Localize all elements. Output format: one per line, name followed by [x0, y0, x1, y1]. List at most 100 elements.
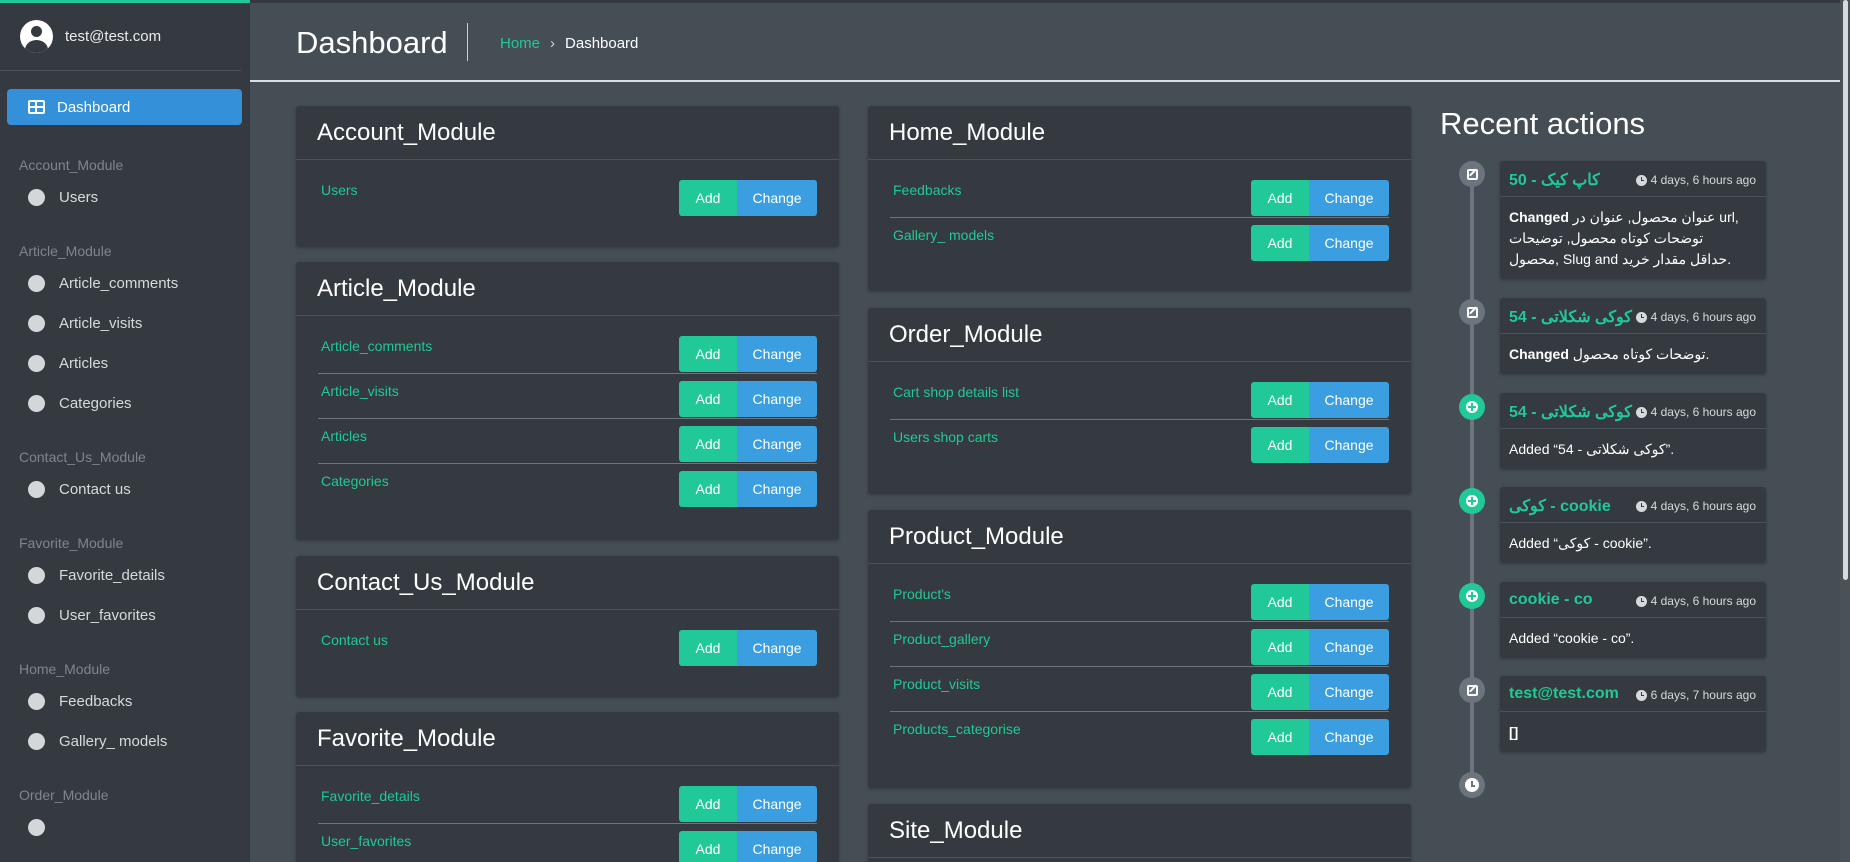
plus-circle-icon [1459, 488, 1485, 514]
recent-action-detail: Added “cookie - co”. [1509, 630, 1635, 646]
change-button[interactable]: Change [737, 426, 817, 462]
change-button[interactable]: Change [737, 336, 817, 372]
add-button[interactable]: Add [1251, 584, 1309, 620]
model-link-article-visits[interactable]: Article_visits [321, 383, 399, 399]
sidebar-item-label: Categories [59, 394, 132, 412]
recent-action-detail: [] [1509, 724, 1519, 740]
change-button[interactable]: Change [1309, 180, 1389, 216]
change-button[interactable]: Change [1309, 629, 1389, 665]
change-button[interactable]: Change [737, 786, 817, 822]
model-link-users[interactable]: Users [321, 182, 358, 198]
recent-action-time: 4 days, 6 hours ago [1635, 594, 1756, 608]
add-button[interactable]: Add [1251, 382, 1309, 418]
recent-action-time: 6 days, 7 hours ago [1635, 688, 1756, 702]
module-row: Gallery_ models Add Change [890, 218, 1389, 263]
sidebar-item-contact-us[interactable]: Contact us [0, 469, 250, 509]
change-button[interactable]: Change [737, 630, 817, 666]
add-button[interactable]: Add [679, 180, 737, 216]
add-button[interactable]: Add [679, 471, 737, 507]
plus-circle-icon [1459, 394, 1485, 420]
model-link-article-comments[interactable]: Article_comments [321, 338, 432, 354]
change-button[interactable]: Change [1309, 584, 1389, 620]
model-link-contact-us[interactable]: Contact us [321, 632, 388, 648]
recent-action-object-link[interactable]: 50 - کاپ کیک [1509, 170, 1600, 190]
circle-icon [28, 394, 45, 412]
model-link-products[interactable]: Product's [893, 586, 951, 602]
time-text: 4 days, 6 hours ago [1650, 499, 1756, 513]
clock-icon [1635, 595, 1647, 607]
model-link-feedbacks[interactable]: Feedbacks [893, 182, 961, 198]
recent-action-object-link[interactable]: 54 - کوکی شکلاتی [1509, 402, 1632, 422]
sidebar-item-dashboard[interactable]: Dashboard [7, 89, 242, 125]
add-button[interactable]: Add [1251, 674, 1309, 710]
time-text: 4 days, 6 hours ago [1650, 310, 1756, 324]
module-card-order: Order_Module Cart shop details list Add C… [868, 308, 1411, 494]
change-button[interactable]: Change [737, 180, 817, 216]
change-button[interactable]: Change [1309, 225, 1389, 261]
sidebar-item-user-favorites[interactable]: User_favorites [0, 595, 250, 635]
change-button[interactable]: Change [1309, 674, 1389, 710]
add-button[interactable]: Add [679, 786, 737, 822]
module-row: User_favorites Add Change [318, 824, 817, 862]
change-button[interactable]: Change [1309, 382, 1389, 418]
user-email: test@test.com [65, 28, 162, 45]
scrollbar-thumb[interactable] [1843, 0, 1848, 580]
breadcrumb-home-link[interactable]: Home [500, 35, 540, 52]
clock-icon [1635, 500, 1647, 512]
sidebar-item-article-visits[interactable]: Article_visits [0, 303, 250, 343]
sidebar-item-articles[interactable]: Articles [0, 343, 250, 383]
change-button[interactable]: Change [737, 831, 817, 862]
sidebar-item-partial[interactable] [0, 807, 250, 847]
recent-actions-title: Recent actions [1440, 106, 1646, 141]
add-button[interactable]: Add [1251, 180, 1309, 216]
model-link-categories[interactable]: Categories [321, 473, 389, 489]
model-link-product-gallery[interactable]: Product_gallery [893, 631, 990, 647]
recent-action-item: cookie - co 4 days, 6 hours ago Added “co… [1500, 582, 1766, 658]
recent-action-object-link[interactable]: test@test.com [1509, 685, 1619, 703]
recent-action-object-link[interactable]: کوکی - cookie [1509, 496, 1611, 516]
user-panel[interactable]: test@test.com [0, 3, 241, 71]
action-verb: Changed [1509, 346, 1569, 362]
add-button[interactable]: Add [679, 426, 737, 462]
circle-icon [28, 566, 45, 584]
recent-action-detail: Changed عنوان محصول, عنوان در url, توضحا… [1500, 197, 1766, 279]
module-card-article: Article_Module Article_comments Add Chang… [296, 262, 839, 540]
sidebar: test@test.com Dashboard Account_Module U… [0, 0, 250, 862]
sidebar-item-favorite-details[interactable]: Favorite_details [0, 555, 250, 595]
model-link-gallery-models[interactable]: Gallery_ models [893, 227, 994, 243]
change-button[interactable]: Change [1309, 719, 1389, 755]
model-link-product-visits[interactable]: Product_visits [893, 676, 980, 692]
sidebar-item-users[interactable]: Users [0, 177, 250, 217]
add-button[interactable]: Add [1251, 719, 1309, 755]
change-button[interactable]: Change [737, 381, 817, 417]
change-button[interactable]: Change [737, 471, 817, 507]
recent-action-object-link[interactable]: cookie - co [1509, 591, 1593, 609]
add-button[interactable]: Add [1251, 629, 1309, 665]
add-button[interactable]: Add [679, 336, 737, 372]
add-button[interactable]: Add [679, 831, 737, 862]
model-link-articles[interactable]: Articles [321, 428, 367, 444]
model-link-favorite-details[interactable]: Favorite_details [321, 788, 420, 804]
module-card-product: Product_Module Product's Add Change Produ… [868, 510, 1411, 788]
recent-action-object-link[interactable]: 54 - کوکی شکلاتی [1509, 307, 1632, 327]
sidebar-item-categories[interactable]: Categories [0, 383, 250, 423]
add-button[interactable]: Add [1251, 225, 1309, 261]
model-link-users-shop-carts[interactable]: Users shop carts [893, 429, 998, 445]
model-link-user-favorites[interactable]: User_favorites [321, 833, 411, 849]
nav-header-home: Home_Module [19, 661, 111, 677]
module-row: Categories Add Change [318, 464, 817, 509]
add-button[interactable]: Add [679, 381, 737, 417]
sidebar-item-feedbacks[interactable]: Feedbacks [0, 681, 250, 721]
add-button[interactable]: Add [679, 630, 737, 666]
nav-header-order: Order_Module [19, 787, 109, 803]
sidebar-item-gallery-models[interactable]: Gallery_ models [0, 721, 250, 761]
nav-header-account: Account_Module [19, 157, 124, 173]
model-link-products-categorise[interactable]: Products_categorise [893, 721, 1021, 737]
module-row: Product_visits Add Change [890, 667, 1389, 712]
add-button[interactable]: Add [1251, 427, 1309, 463]
change-button[interactable]: Change [1309, 427, 1389, 463]
sidebar-item-article-comments[interactable]: Article_comments [0, 263, 250, 303]
sidebar-item-label: Favorite_details [59, 566, 165, 584]
model-link-cart-shop-details[interactable]: Cart shop details list [893, 384, 1019, 400]
recent-action-item: 54 - کوکی شکلاتی 4 days, 6 hours ago Adde… [1500, 393, 1766, 469]
